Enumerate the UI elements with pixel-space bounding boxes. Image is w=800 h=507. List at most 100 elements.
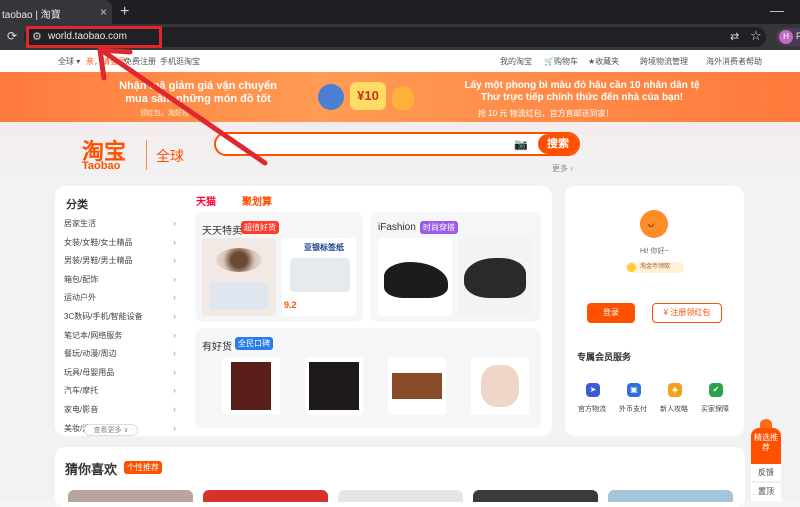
site-top-bar: 全球 ▾ 亲，请登录 免费注册 手机逛淘宝 我的淘宝 🛒购物车 ★收藏夹 跨境物… [0, 50, 800, 72]
feedback-button[interactable]: 反馈 [751, 464, 781, 482]
label-rolls-image [290, 258, 350, 292]
price-tag: 9.2 [284, 300, 297, 310]
profile-button[interactable]: H P [776, 28, 800, 46]
category-item[interactable]: 汽车/摩托 › [64, 385, 176, 396]
category-item-label: 汽车/摩托 [64, 386, 99, 396]
my-taobao-link[interactable]: 我的淘宝 [500, 56, 532, 67]
product-book-dark[interactable] [305, 357, 363, 415]
shield-icon[interactable]: ✔ [709, 383, 723, 397]
guess-item-image[interactable] [68, 490, 193, 502]
login-button[interactable]: 登录 [587, 303, 635, 323]
region-selector[interactable]: 全球 ▾ [58, 56, 80, 67]
bookmark-star-icon[interactable]: ☆ [750, 28, 762, 44]
chevron-right-icon: › [173, 385, 176, 396]
new-tab-button[interactable]: + [120, 3, 129, 21]
category-item[interactable]: 运动户外 › [64, 292, 176, 303]
promo-right-text: Lấy một phong bì màu đỏ hậu cần 10 nhân … [462, 80, 702, 104]
cross-border-link[interactable]: 跨境物流管理 [640, 56, 688, 67]
favorites-link[interactable]: ★收藏夹 [588, 56, 619, 67]
category-more-button[interactable]: 查看更多 ∨ [84, 424, 138, 436]
chevron-right-icon: › [173, 292, 176, 303]
tea-box-image [392, 373, 442, 399]
service-label[interactable]: 新人攻略 [660, 404, 688, 414]
service-label[interactable]: 官方物流 [578, 404, 606, 414]
reload-icon[interactable]: ⟳ [7, 29, 17, 43]
recommend-float-button[interactable]: 精选推荐 [751, 428, 781, 464]
mobile-link[interactable]: 手机逛淘宝 [160, 56, 200, 67]
category-item[interactable]: 男装/男鞋/男士精品 › [64, 255, 176, 266]
promo-left-text: Nhận mã giảm giá vận chuyển mua sắm nhữn… [98, 80, 298, 106]
book-image [231, 362, 271, 410]
product-book-red[interactable] [222, 357, 280, 415]
category-item[interactable]: 居家生活 › [64, 218, 176, 229]
category-item[interactable]: 女装/女鞋/女士精品 › [64, 237, 176, 248]
guess-title: 猜你喜欢 [65, 462, 118, 477]
cart-link[interactable]: 🛒购物车 [544, 56, 578, 67]
product-label-paper[interactable]: 亚银标签纸 9.2 [282, 238, 356, 316]
category-item[interactable]: 箱包/配饰 › [64, 274, 176, 285]
register-link[interactable]: 免费注册 [124, 56, 156, 67]
category-item[interactable]: 3C数码/手机/智能设备 › [64, 311, 176, 322]
eye-image [216, 248, 262, 272]
profile-label: P [796, 31, 800, 41]
category-item-label: 居家生活 [64, 219, 96, 228]
chevron-right-icon: › [173, 311, 176, 321]
login-link[interactable]: 亲，请登录 [86, 56, 126, 67]
cart-label: 购物车 [553, 57, 578, 66]
category-item-label: 笔记本/网络服务 [64, 330, 123, 340]
back-to-top-button[interactable]: 置顶 [751, 483, 781, 501]
coin-icon [627, 263, 636, 272]
book-image [309, 362, 359, 410]
promo-right-line1: Lấy một phong bì màu đỏ hậu cần 10 nhân … [464, 80, 700, 91]
browser-tab[interactable]: taobao | 淘寶 × [0, 0, 112, 24]
category-item-label: 女装/女鞋/女士精品 [64, 237, 133, 247]
chevron-right-icon: › [173, 348, 176, 359]
guess-item-image[interactable] [203, 490, 328, 502]
promo-left-line2: mua sắm những món đồ tốt [125, 93, 271, 105]
category-item[interactable]: 玩具/母婴用品 › [64, 367, 176, 378]
ifashion-pill: 时尚穿搭 [420, 221, 458, 234]
wallet-icon[interactable]: ▣ [627, 383, 641, 397]
category-item[interactable]: 餐玩/动漫/周边 › [64, 348, 176, 359]
compass-icon[interactable]: ◈ [668, 383, 682, 397]
chevron-right-icon: › [173, 273, 176, 284]
minimize-icon[interactable] [770, 11, 784, 12]
tab-juhuasuan[interactable]: 聚划算 [242, 193, 272, 208]
chevron-right-icon: › [173, 422, 176, 433]
close-icon[interactable]: × [100, 5, 107, 19]
search-more-link[interactable]: 更多 › [552, 163, 573, 174]
coupon-badge: ¥10 [350, 82, 386, 110]
register-redpack-button[interactable]: ¥ 注册领红包 [652, 303, 722, 323]
category-item-label: 箱包/配饰 [64, 274, 99, 284]
help-link[interactable]: 海外消费者帮助 [706, 56, 762, 67]
product-contact-lens[interactable] [202, 238, 276, 316]
mascot-image [318, 84, 344, 110]
category-item-label: 玩具/母婴用品 [64, 367, 115, 377]
chevron-right-icon: › [173, 236, 176, 247]
service-label[interactable]: 外币支付 [619, 404, 647, 414]
divider [146, 140, 147, 170]
product-black-shoe[interactable] [458, 238, 532, 316]
category-item[interactable]: 笔记本/网络服务 › [64, 330, 176, 341]
ornament-image [481, 365, 519, 407]
product-crystal-ornament[interactable] [471, 357, 529, 415]
camera-icon[interactable]: 📷 [514, 138, 528, 151]
service-label[interactable]: 买家保障 [701, 404, 729, 414]
category-item[interactable]: 家电/影音 › [64, 404, 176, 415]
annotation-highlight-box [26, 26, 162, 48]
search-button[interactable]: 搜索 [538, 134, 578, 154]
logistics-icon[interactable]: ➤ [586, 383, 600, 397]
guess-item-image[interactable] [473, 490, 598, 502]
shoe-image [384, 262, 448, 298]
product-tea-set[interactable] [388, 357, 446, 415]
browser-tab-strip: taobao | 淘寶 × + [0, 0, 800, 24]
category-item-label: 3C数码/手机/智能设备 [64, 312, 143, 321]
search-input[interactable]: 📷 搜索 [214, 132, 580, 156]
translate-icon[interactable]: ⇄ [730, 30, 739, 43]
guess-item-image[interactable] [608, 490, 733, 502]
product-leather-shoe[interactable] [378, 238, 452, 316]
good-goods-pill: 全民口碑 [235, 337, 273, 350]
guess-item-image[interactable] [338, 490, 463, 502]
cart-icon: 🛒 [544, 57, 554, 66]
tab-tmall[interactable]: 天猫 [196, 193, 216, 208]
